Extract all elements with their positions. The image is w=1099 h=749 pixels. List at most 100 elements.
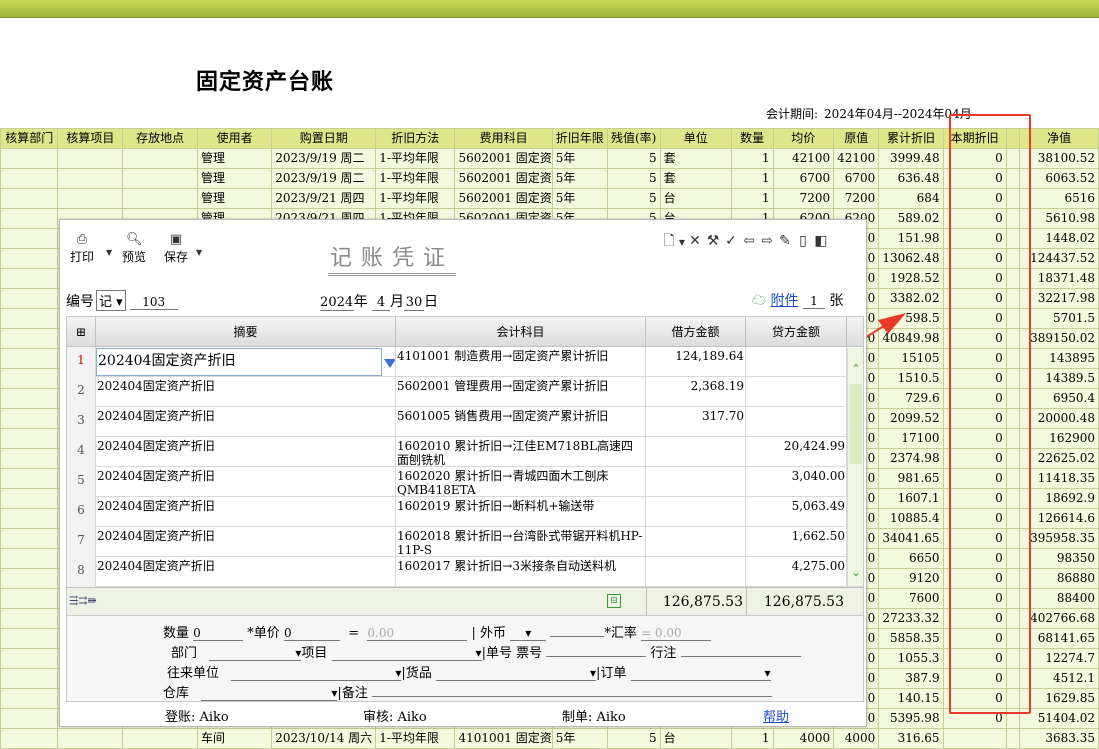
- table-row[interactable]: 车间 2023/10/14 周六 1-平均年限 4101001 固定资 5年 5 台 1 400…: [0, 728, 1099, 749]
- exit-icon[interactable]: ◧: [812, 233, 830, 249]
- voucher-entry-row[interactable]: 7 202404固定资产折旧 1602018 累计折旧→台湾卧式带锯开料机HP-11…: [67, 527, 863, 557]
- voucher-entry-row[interactable]: 5 202404固定资产折旧 1602020 累计折旧→青城四面木工刨床QMB418…: [67, 467, 863, 497]
- voucher-entry-row[interactable]: 4 202404固定资产折旧 1602010 累计折旧→江佳EM718BL高速四面刨…: [67, 437, 863, 467]
- balance-icon[interactable]: ⊟: [607, 594, 621, 608]
- grid-corner-icon[interactable]: ⊞: [67, 317, 96, 347]
- table-row[interactable]: 管理 2023/9/21 周四 1-平均年限 5602001 固定资 5年 5 台 1 7200…: [0, 188, 1099, 209]
- print-dropdown-icon[interactable]: ▼: [106, 248, 112, 257]
- ledger-column-header[interactable]: 折旧年限: [551, 128, 608, 149]
- entry-account[interactable]: 5602001 管理费用→固定资产累计折旧: [396, 377, 646, 407]
- voucher-entry-row[interactable]: 1 202404固定资产折旧 4101001 制造费用→固定资产累计折旧 124,18…: [67, 347, 863, 377]
- insert-row-icon[interactable]: ⇶⇉⇛: [69, 594, 97, 607]
- clip-icon[interactable]: ▯: [794, 233, 812, 249]
- currency-select[interactable]: ▾: [510, 626, 547, 641]
- voucher-type-select[interactable]: 记 ▾: [96, 290, 126, 311]
- remark-input[interactable]: [371, 696, 772, 697]
- help-link[interactable]: 帮助: [763, 706, 789, 725]
- scroll-down-icon[interactable]: ⌄: [848, 566, 863, 579]
- entry-account[interactable]: 5601005 销售费用→固定资产累计折旧: [396, 407, 646, 437]
- tools-icon[interactable]: ⚒: [704, 233, 722, 249]
- summary-dropdown-icon[interactable]: [384, 359, 395, 368]
- entry-debit[interactable]: 2,368.19: [646, 377, 746, 407]
- ledger-column-header[interactable]: 核算项目: [57, 128, 124, 149]
- entry-credit[interactable]: 5,063.49: [746, 497, 847, 527]
- entry-account[interactable]: 1602020 累计折旧→青城四面木工刨床QMB418ETA: [396, 467, 646, 497]
- entry-credit[interactable]: [746, 407, 847, 437]
- year-input[interactable]: 2024: [319, 295, 354, 311]
- voucher-entry-row[interactable]: 8 202404固定资产折旧 1602017 累计折旧→3米接条自动送料机 4,275…: [67, 557, 863, 587]
- entry-summary[interactable]: 202404固定资产折旧: [96, 527, 396, 557]
- entry-debit[interactable]: 317.70: [646, 407, 746, 437]
- entry-credit[interactable]: 20,424.99: [746, 437, 847, 467]
- delete-icon[interactable]: ✕: [686, 233, 704, 249]
- new-icon[interactable]: 🗋: [660, 230, 678, 254]
- amount-input[interactable]: 0.00: [367, 626, 468, 641]
- attachment-count-input[interactable]: 1: [802, 294, 825, 309]
- ledger-column-header[interactable]: 购置日期: [271, 128, 377, 149]
- ledger-column-header[interactable]: 数量: [730, 128, 774, 149]
- entry-summary[interactable]: 202404固定资产折旧: [96, 437, 396, 467]
- cloud-icon[interactable]: ☁: [752, 293, 766, 309]
- entry-debit[interactable]: [646, 527, 746, 557]
- entry-credit[interactable]: [746, 377, 847, 407]
- goods-select[interactable]: ▾: [435, 666, 596, 681]
- save-button[interactable]: ▣ 保存: [164, 232, 188, 264]
- qty-input[interactable]: 0: [193, 626, 244, 641]
- preview-button[interactable]: 🔍︎ 预览: [122, 232, 146, 264]
- entry-summary[interactable]: 202404固定资产折旧: [96, 497, 396, 527]
- dept-select[interactable]: ▾: [209, 646, 302, 661]
- prev-icon[interactable]: ⇦: [740, 233, 758, 249]
- project-select[interactable]: ▾: [331, 646, 482, 661]
- month-input[interactable]: 4: [372, 295, 391, 311]
- bill-input[interactable]: [546, 656, 647, 657]
- attachment-link[interactable]: 附件: [770, 293, 798, 309]
- price-input[interactable]: 0: [283, 626, 340, 641]
- rate-input[interactable]: = 0.00: [641, 626, 711, 641]
- entry-summary[interactable]: 202404固定资产折旧: [96, 347, 396, 377]
- ledger-column-header[interactable]: 本期折旧: [942, 128, 1007, 149]
- entry-debit[interactable]: [646, 497, 746, 527]
- entry-account[interactable]: 4101001 制造费用→固定资产累计折旧: [396, 347, 646, 377]
- voucher-entry-row[interactable]: 6 202404固定资产折旧 1602019 累计折旧→断料机+输送带 5,063.4…: [67, 497, 863, 527]
- ledger-column-header[interactable]: 净值: [1019, 128, 1099, 149]
- entry-account[interactable]: 1602010 累计折旧→江佳EM718BL高速四面刨铣机: [396, 437, 646, 467]
- voucher-entry-row[interactable]: 2 202404固定资产折旧 5602001 管理费用→固定资产累计折旧 2,368.…: [67, 377, 863, 407]
- ledger-column-header[interactable]: 核算部门: [0, 128, 59, 149]
- currency-amount-input[interactable]: [550, 636, 605, 637]
- table-row[interactable]: 管理 2023/9/19 周二 1-平均年限 5602001 固定资 5年 5 套 1 6700…: [0, 168, 1099, 189]
- entry-debit[interactable]: 124,189.64: [646, 347, 746, 377]
- entry-credit[interactable]: 1,662.50: [746, 527, 847, 557]
- ledger-column-header[interactable]: 费用科目: [454, 128, 553, 149]
- entry-credit[interactable]: [746, 347, 847, 377]
- partner-select[interactable]: ▾: [231, 666, 402, 681]
- next-icon[interactable]: ⇨: [758, 233, 776, 249]
- entry-summary[interactable]: 202404固定资产折旧: [96, 407, 396, 437]
- entry-credit[interactable]: 4,275.00: [746, 557, 847, 587]
- summary-input[interactable]: 202404固定资产折旧: [96, 348, 382, 376]
- warehouse-select[interactable]: ▾: [201, 686, 338, 701]
- ledger-column-header[interactable]: 残值(率): [606, 128, 661, 149]
- ledger-column-header[interactable]: [1005, 128, 1021, 149]
- ledger-column-header[interactable]: 累计折旧: [878, 128, 944, 149]
- day-input[interactable]: 30: [404, 295, 425, 311]
- voucher-entry-row[interactable]: 3 202404固定资产折旧 5601005 销售费用→固定资产累计折旧 317.70: [67, 407, 863, 437]
- save-dropdown-icon[interactable]: ▼: [196, 248, 202, 257]
- voucher-number-input[interactable]: 103: [129, 295, 178, 310]
- dropdown-icon[interactable]: ▼: [678, 238, 686, 247]
- ledger-column-header[interactable]: 单位: [659, 128, 732, 149]
- entry-debit[interactable]: [646, 437, 746, 467]
- ledger-column-header[interactable]: 存放地点: [122, 128, 198, 149]
- ledger-column-header[interactable]: 均价: [772, 128, 835, 149]
- ledger-column-header[interactable]: 原值: [833, 128, 880, 149]
- grid-scrollbar[interactable]: ⌃ ⌄: [847, 348, 863, 586]
- entry-account[interactable]: 1602017 累计折旧→3米接条自动送料机: [396, 557, 646, 587]
- ledger-column-header[interactable]: 折旧方法: [375, 128, 456, 149]
- entry-account[interactable]: 1602018 累计折旧→台湾卧式带锯开料机HP-11P-S: [396, 527, 646, 557]
- print-button[interactable]: ⎙ 打印: [70, 232, 94, 264]
- entry-credit[interactable]: 3,040.00: [746, 467, 847, 497]
- edit-icon[interactable]: ✎: [776, 233, 794, 249]
- entry-summary[interactable]: 202404固定资产折旧: [96, 467, 396, 497]
- entry-debit[interactable]: [646, 467, 746, 497]
- entry-summary[interactable]: 202404固定资产折旧: [96, 557, 396, 587]
- bank-input[interactable]: [680, 656, 801, 657]
